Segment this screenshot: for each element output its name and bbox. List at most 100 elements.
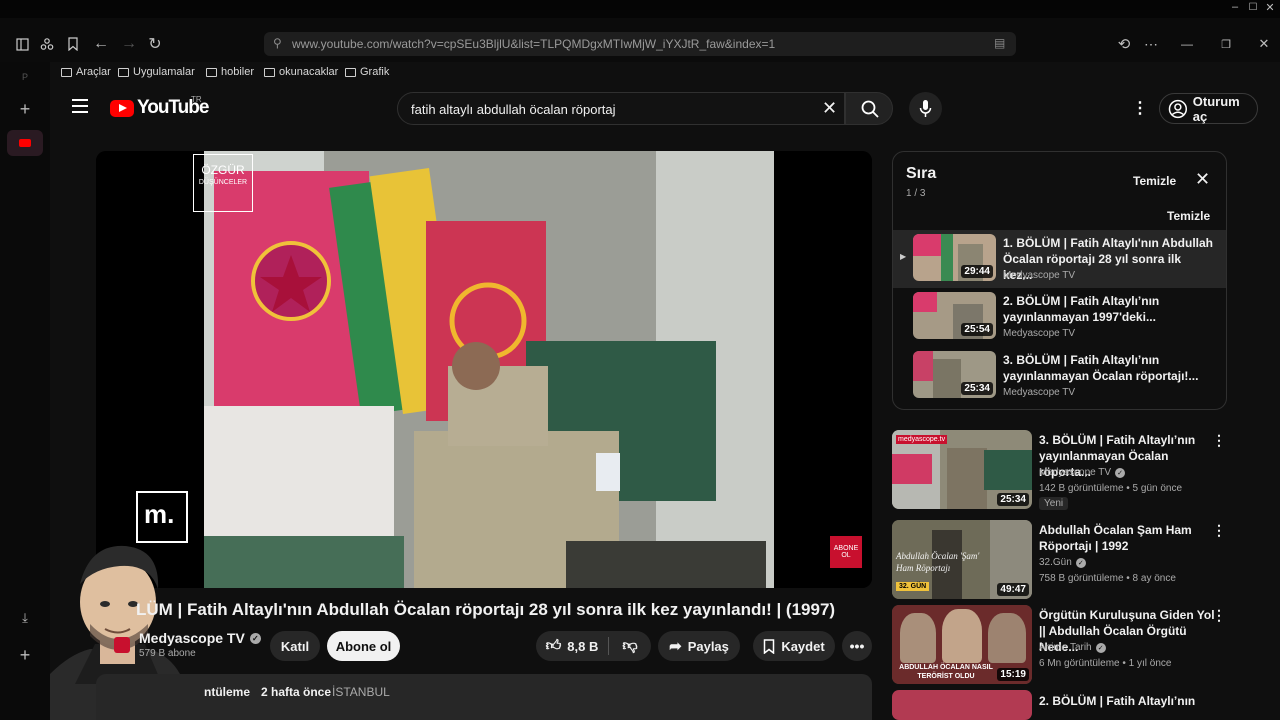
folder-icon xyxy=(345,67,356,77)
video-thumbnail xyxy=(892,690,1032,720)
duration-label: 25:34 xyxy=(997,493,1029,506)
recommended-item[interactable]: 2. BÖLÜM | Fatih Altaylı’nın xyxy=(892,690,1230,720)
queue-item[interactable]: 25:34 3. BÖLÜM | Fatih Altaylı’nın yayın… xyxy=(893,347,1226,405)
address-bar[interactable]: ⚲ www.youtube.com/watch?v=cpSEu3BljlU&li… xyxy=(264,32,1016,56)
youtube-favicon-icon xyxy=(19,139,31,147)
thumbs-up-icon: 👍︎ xyxy=(545,637,562,654)
duration-label: 15:19 xyxy=(997,668,1029,681)
voice-search-button[interactable] xyxy=(909,92,942,125)
folder-icon xyxy=(61,67,72,77)
menu-icon[interactable] xyxy=(72,99,88,113)
item-menu-icon[interactable]: ⋮ xyxy=(1212,432,1226,449)
subscribe-overlay-button[interactable]: ABONE OL xyxy=(830,536,862,568)
queue-position: 1 / 3 xyxy=(906,188,926,199)
verified-icon: ✓ xyxy=(1095,642,1106,653)
sidebar-tab-youtube[interactable] xyxy=(7,130,43,156)
location-tag[interactable]: İSTANBUL xyxy=(332,685,390,699)
search-input[interactable]: fatih altaylı abdullah öcalan röportaj xyxy=(411,102,616,117)
recommended-meta: 758 B görüntüleme • 8 ay önce xyxy=(1039,573,1176,584)
subscribe-button[interactable]: Abone ol xyxy=(327,631,400,661)
now-playing-icon: ▶ xyxy=(900,252,907,261)
minimize-icon[interactable]: — xyxy=(1176,33,1198,55)
dislike-button[interactable]: 👎︎ xyxy=(609,631,651,661)
save-button[interactable]: Kaydet xyxy=(753,631,835,661)
reader-mode-icon[interactable]: ▤ xyxy=(994,36,1005,50)
minimize-window-icon[interactable]: – xyxy=(1226,0,1244,16)
verified-icon: ✓ xyxy=(249,632,261,644)
item-menu-icon[interactable]: ⋮ xyxy=(1212,607,1226,624)
queue-close-icon[interactable]: ✕ xyxy=(1195,169,1210,190)
new-tab-icon[interactable]: + xyxy=(14,98,36,120)
profile-icon[interactable]: P xyxy=(14,66,36,88)
search-box[interactable]: fatih altaylı abdullah öcalan röportaj ✕ xyxy=(397,92,845,125)
new-badge: Yeni xyxy=(1039,497,1069,510)
queue-clear-button[interactable]: Temizle xyxy=(1133,174,1176,188)
sidebar-toggle-icon[interactable] xyxy=(11,33,33,55)
bookmark-icon[interactable] xyxy=(62,33,84,55)
queue-thumbnail: 29:44 xyxy=(913,234,996,281)
browser-toolbar: ← → ↻ ⚲ www.youtube.com/watch?v=cpSEu3Bl… xyxy=(0,18,1280,62)
recommended-channel-row: Medyascope TV ✓ xyxy=(1039,467,1126,478)
reload-icon[interactable]: ↻ xyxy=(144,33,166,55)
folder-icon xyxy=(264,67,275,77)
item-menu-icon[interactable]: ⋮ xyxy=(1212,522,1226,539)
recommended-item[interactable]: medyascope.tv 25:34 3. BÖLÜM | Fatih Alt… xyxy=(892,430,1230,512)
queue-item[interactable]: ▶ 29:44 1. BÖLÜM | Fatih Altaylı'nın Abd… xyxy=(893,230,1226,288)
more-icon: ••• xyxy=(849,638,865,654)
restore-icon[interactable]: ❐ xyxy=(1215,33,1237,55)
bookmark-uygulamalar[interactable]: Uygulamalar xyxy=(118,66,195,78)
youtube-logo-icon[interactable] xyxy=(110,100,134,117)
yt-header: YouTube TR fatih altaylı abdullah öcalan… xyxy=(50,84,1280,132)
downloads-icon[interactable]: ⤓ xyxy=(14,607,36,629)
channel-name-row[interactable]: Medyascope TV ✓ xyxy=(139,630,261,646)
search-icon xyxy=(861,100,879,118)
description-box[interactable]: ntüleme 2 hafta önce İSTANBUL xyxy=(96,674,872,720)
share-button[interactable]: ➦ Paylaş xyxy=(658,631,740,661)
search-button[interactable] xyxy=(845,92,893,125)
close-icon[interactable]: ✕ xyxy=(1253,33,1275,55)
recommended-item[interactable]: Abdullah Öcalan 'Şam' Ham Röportajı 32. … xyxy=(892,520,1230,602)
channel-avatar[interactable] xyxy=(114,637,130,653)
subscriber-count: 579 B abone xyxy=(139,648,196,659)
bookmark-okunacaklar[interactable]: okunacaklar xyxy=(264,66,338,78)
more-actions-button[interactable]: ••• xyxy=(842,631,872,661)
video-player[interactable]: ÖZGÜR DÜŞÜNCELER m. ABONE OL xyxy=(96,151,872,588)
bookmark-araclar[interactable]: Araçlar xyxy=(61,66,111,78)
maximize-window-icon[interactable]: ☐ xyxy=(1244,0,1262,16)
video-title: LÜM | Fatih Altaylı'nın Abdullah Öcalan … xyxy=(136,600,836,619)
watermark-logo: ÖZGÜR DÜŞÜNCELER xyxy=(193,154,253,212)
channel-name[interactable]: Medyascope TV xyxy=(139,630,245,646)
workspaces-icon[interactable] xyxy=(36,33,58,55)
clear-search-icon[interactable]: ✕ xyxy=(822,98,837,119)
bookmark-hobiler[interactable]: hobiler xyxy=(206,66,254,78)
save-icon xyxy=(764,638,775,654)
mic-icon xyxy=(919,100,932,117)
close-window-icon[interactable]: ✕ xyxy=(1261,0,1279,16)
queue-thumbnail: 25:34 xyxy=(913,351,996,398)
duration-label: 25:34 xyxy=(961,382,993,395)
bookmark-grafik[interactable]: Grafik xyxy=(345,66,389,78)
join-button[interactable]: Katıl xyxy=(270,631,320,661)
back-icon[interactable]: ← xyxy=(90,33,112,55)
queue-item[interactable]: 25:54 2. BÖLÜM | Fatih Altaylı’nın yayın… xyxy=(893,288,1226,346)
queue-item-channel: Medyascope TV xyxy=(1003,328,1076,339)
like-button[interactable]: 👍︎ 8,8 B xyxy=(536,631,608,661)
recommended-title: Abdullah Öcalan Şam Ham Röportajı | 1992 xyxy=(1039,523,1192,553)
url-text[interactable]: www.youtube.com/watch?v=cpSEu3BljlU&list… xyxy=(292,37,775,51)
site-info-icon[interactable]: ⚲ xyxy=(273,36,282,50)
settings-more-icon[interactable]: ⋮ xyxy=(1132,98,1148,118)
add-panel-icon[interactable]: + xyxy=(14,644,36,666)
queue-clear-button-2[interactable]: Temizle xyxy=(1167,209,1210,223)
recommended-title: 2. BÖLÜM | Fatih Altaylı’nın xyxy=(1039,694,1196,708)
more-options-icon[interactable]: ⋯ xyxy=(1140,33,1162,55)
recommended-meta: 142 B görüntüleme • 5 gün önce xyxy=(1039,483,1183,494)
signin-button[interactable]: Oturum aç xyxy=(1159,93,1258,124)
history-icon[interactable]: ⟲ xyxy=(1113,33,1135,55)
recommended-channel: Medyascope TV xyxy=(1039,467,1112,478)
forward-icon[interactable]: → xyxy=(118,33,140,55)
folder-icon xyxy=(206,67,217,77)
browser-sidebar: P + ⤓ + xyxy=(0,62,50,720)
folder-icon xyxy=(118,67,129,77)
recommended-item[interactable]: ABDULLAH ÖCALAN NASIL TERÖRİST OLDU 15:1… xyxy=(892,605,1230,687)
queue-title: Sıra xyxy=(906,165,937,182)
